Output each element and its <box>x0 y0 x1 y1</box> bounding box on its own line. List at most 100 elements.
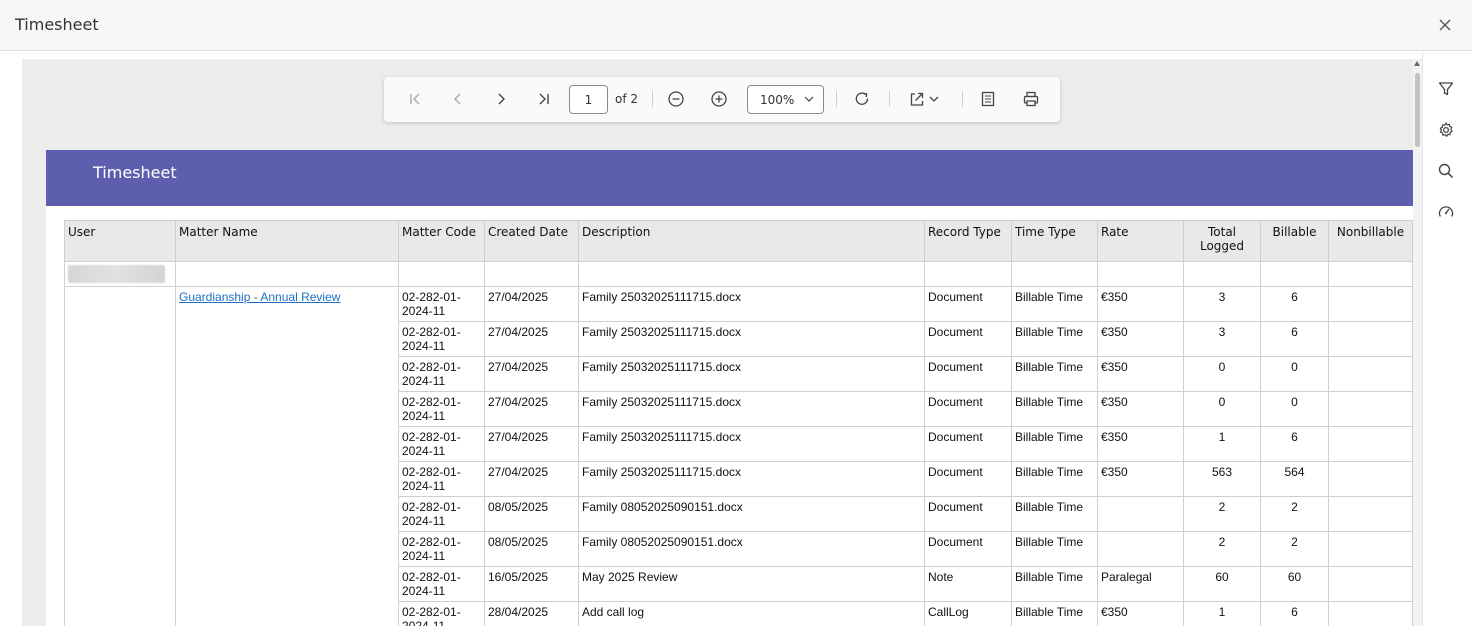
toolbar-divider <box>889 91 890 107</box>
right-rail <box>1422 52 1472 626</box>
redacted-user-name <box>68 265 165 283</box>
nonbillable-cell <box>1328 426 1413 462</box>
column-header: Record Type <box>924 220 1012 262</box>
column-header: Time Type <box>1011 220 1098 262</box>
description-cell: Family 25032025111715.docx <box>578 426 925 462</box>
dialog-title: Timesheet <box>15 15 99 34</box>
dialog-header: Timesheet <box>0 0 1472 51</box>
chevron-down-icon <box>804 96 814 102</box>
vertical-scrollbar[interactable] <box>1413 59 1422 626</box>
nonbillable-cell <box>1328 286 1413 322</box>
created-date-cell: 28/04/2025 <box>484 601 579 626</box>
matter-name-cell: Guardianship - Annual Review <box>175 286 399 626</box>
nonbillable-cell <box>1328 496 1413 532</box>
nonbillable-cell <box>1328 531 1413 567</box>
matter-code-cell: 02-282-01-2024-11 <box>398 286 485 322</box>
total-logged-cell: 0 <box>1183 356 1261 392</box>
total-logged-cell: 2 <box>1183 531 1261 567</box>
matter-code-cell: 02-282-01-2024-11 <box>398 426 485 462</box>
filter-icon[interactable] <box>1437 80 1455 98</box>
rate-cell: €350 <box>1097 321 1184 357</box>
print-icon[interactable] <box>1022 90 1040 108</box>
billable-cell: 6 <box>1260 601 1329 626</box>
matter-code-cell: 02-282-01-2024-11 <box>398 321 485 357</box>
matter-name-link[interactable]: Guardianship - Annual Review <box>179 290 340 304</box>
scrollbar-thumb[interactable] <box>1415 73 1420 147</box>
timesheet-table: User Matter Name Matter Code Created Dat… <box>64 220 1413 626</box>
created-date-cell: 08/05/2025 <box>484 496 579 532</box>
table-row: Guardianship - Annual Review 02-282-01-2… <box>64 286 1413 626</box>
time-type-cell: Billable Time <box>1011 391 1098 427</box>
last-page-icon[interactable] <box>535 90 553 108</box>
total-logged-cell: 60 <box>1183 566 1261 602</box>
total-logged-cell: 563 <box>1183 461 1261 497</box>
rate-cell: €350 <box>1097 356 1184 392</box>
time-type-cell: Billable Time <box>1011 356 1098 392</box>
created-date-cell: 08/05/2025 <box>484 531 579 567</box>
rate-cell: €350 <box>1097 286 1184 322</box>
zoom-select[interactable]: 100% <box>747 85 824 114</box>
time-type-cell: Billable Time <box>1011 496 1098 532</box>
created-date-cell: 27/04/2025 <box>484 391 579 427</box>
billable-cell: 2 <box>1260 496 1329 532</box>
zoom-in-icon[interactable] <box>710 90 728 108</box>
next-page-icon[interactable] <box>492 90 510 108</box>
billable-cell: 6 <box>1260 286 1329 322</box>
rate-cell: €350 <box>1097 426 1184 462</box>
zoom-value: 100% <box>760 93 795 107</box>
table-header-row: User Matter Name Matter Code Created Dat… <box>64 220 1413 262</box>
record-type-cell: Document <box>924 531 1012 567</box>
nonbillable-cell <box>1328 356 1413 392</box>
refresh-icon[interactable] <box>853 90 871 108</box>
created-date-cell: 27/04/2025 <box>484 286 579 322</box>
total-logged-cell: 1 <box>1183 601 1261 626</box>
time-type-cell: Billable Time <box>1011 426 1098 462</box>
description-cell: Family 25032025111715.docx <box>578 321 925 357</box>
page-number-input[interactable] <box>569 85 608 114</box>
description-cell: Family 25032025111715.docx <box>578 286 925 322</box>
created-date-cell: 27/04/2025 <box>484 426 579 462</box>
time-type-cell: Billable Time <box>1011 531 1098 567</box>
gauge-icon[interactable] <box>1437 203 1455 221</box>
zoom-out-icon[interactable] <box>667 90 685 108</box>
matter-code-cell: 02-282-01-2024-11 <box>398 601 485 626</box>
description-cell: Family 25032025111715.docx <box>578 391 925 427</box>
first-page-icon[interactable] <box>406 90 424 108</box>
record-type-cell: Document <box>924 321 1012 357</box>
matter-code-cell: 02-282-01-2024-11 <box>398 566 485 602</box>
time-type-cell: Billable Time <box>1011 321 1098 357</box>
rate-cell <box>1097 496 1184 532</box>
column-header: Matter Code <box>398 220 485 262</box>
total-logged-cell: 2 <box>1183 496 1261 532</box>
matter-code-cell: 02-282-01-2024-11 <box>398 531 485 567</box>
user-group-row <box>64 261 1413 287</box>
scroll-up-arrow-icon[interactable] <box>1414 61 1420 66</box>
created-date-cell: 27/04/2025 <box>484 356 579 392</box>
total-logged-cell: 0 <box>1183 391 1261 427</box>
report-title: Timesheet <box>93 163 177 182</box>
column-header: User <box>64 220 176 262</box>
record-type-cell: Document <box>924 461 1012 497</box>
gear-icon[interactable] <box>1437 121 1455 139</box>
nonbillable-cell <box>1328 601 1413 626</box>
column-header: Nonbillable <box>1328 220 1413 262</box>
record-type-cell: Document <box>924 391 1012 427</box>
export-dropdown-chevron-icon[interactable] <box>926 90 944 108</box>
matter-code-cell: 02-282-01-2024-11 <box>398 461 485 497</box>
record-type-cell: Document <box>924 286 1012 322</box>
time-type-cell: Billable Time <box>1011 601 1098 626</box>
time-type-cell: Billable Time <box>1011 461 1098 497</box>
export-icon[interactable] <box>908 90 926 108</box>
nonbillable-cell <box>1328 566 1413 602</box>
total-logged-cell: 3 <box>1183 321 1261 357</box>
created-date-cell: 27/04/2025 <box>484 461 579 497</box>
search-icon[interactable] <box>1437 162 1455 180</box>
page-count-label: of 2 <box>615 92 639 106</box>
rate-cell: Paralegal <box>1097 566 1184 602</box>
close-icon[interactable] <box>1436 16 1454 34</box>
previous-page-icon[interactable] <box>449 90 467 108</box>
toolbar-divider <box>962 91 963 107</box>
record-type-cell: CallLog <box>924 601 1012 626</box>
document-map-icon[interactable] <box>979 90 997 108</box>
matter-code-cell: 02-282-01-2024-11 <box>398 496 485 532</box>
